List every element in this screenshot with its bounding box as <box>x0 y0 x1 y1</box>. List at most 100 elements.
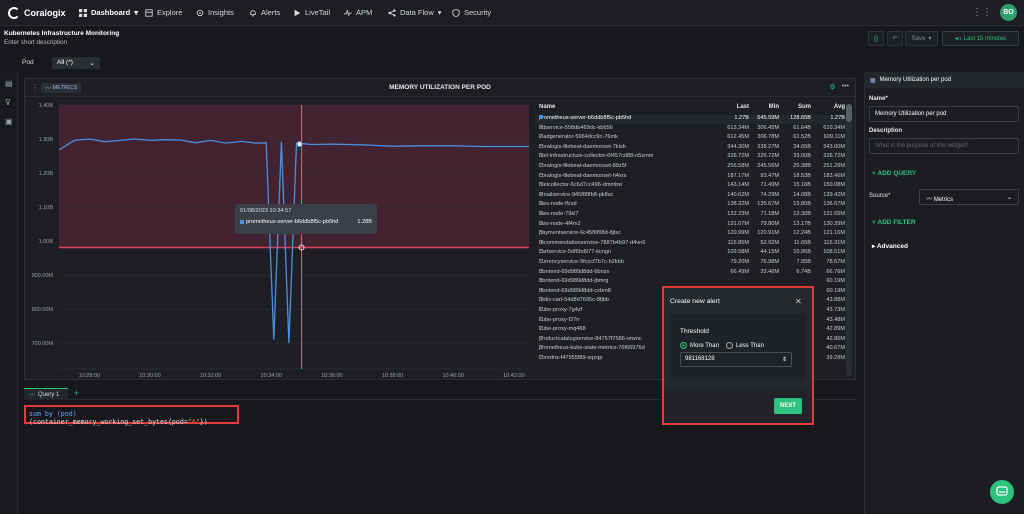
series-checkbox-icon[interactable] <box>539 278 543 283</box>
legend-cell: 132.23M <box>727 211 749 217</box>
settings-icon[interactable]: ⚙ <box>829 83 835 91</box>
code-view-button[interactable]: {} <box>868 31 884 46</box>
nav-apm[interactable]: APM <box>344 8 372 17</box>
widgets-icon[interactable]: ▤ <box>5 80 13 88</box>
widget-name-input[interactable]: Memory Utilization per pod <box>869 106 1019 122</box>
nav-dashboard[interactable]: Dashboard ▾ <box>79 8 138 17</box>
apps-grid-icon[interactable]: ⋮⋮ <box>972 6 992 20</box>
chat-support-button[interactable] <box>990 480 1014 504</box>
legend-cell: 108.51M <box>823 249 845 256</box>
legend-row[interactable]: otel-infrastructure-collector-6f457cd88-… <box>535 153 853 162</box>
series-checkbox-icon[interactable] <box>539 163 543 167</box>
legend-row[interactable]: otelcollector-6c6d7cc496-dmmbw 143.14M 71.… <box>535 182 853 191</box>
series-checkbox-icon[interactable] <box>539 287 543 292</box>
filter-icon[interactable]: ⊽ <box>5 99 13 107</box>
legend-row[interactable]: coralogix-filebeat-daemonset-h4xrs 187.17… <box>535 172 853 182</box>
legend-row[interactable]: aws-node-lfzsd 138.32M 135.67M 13.80B 136.67… <box>535 201 853 210</box>
legend-cell: 245.56M <box>757 163 779 169</box>
series-checkbox-icon[interactable] <box>539 134 543 139</box>
series-checkbox-icon[interactable] <box>539 307 543 311</box>
legend-row[interactable]: cartservice-5df6bd977-kcngn 109.58M 44.15M… <box>535 249 853 258</box>
nav-alerts[interactable]: Alerts <box>249 8 280 17</box>
series-checkbox-icon[interactable] <box>539 182 543 187</box>
series-checkbox-icon[interactable] <box>539 316 543 321</box>
tab-query-1[interactable]: 〰 Query 1 <box>24 388 68 400</box>
legend-row[interactable]: aws-node-4f4m2 131.07M 79.80M 13.17B 130.39M <box>535 220 853 230</box>
series-checkbox-icon[interactable] <box>539 268 543 273</box>
series-checkbox-icon[interactable] <box>539 153 543 158</box>
widget-description-input[interactable]: What is the purpose of this widget? <box>869 138 1019 154</box>
legend-row[interactable]: coralogix-filebeat-daemonset-7kish 344.30… <box>535 143 853 153</box>
legend-cell: 79.80M <box>760 220 779 227</box>
legend-cell: emailservice-945f88fb8-pk8sc <box>539 191 614 198</box>
legend-row[interactable]: emailservice-945f88fb8-pk8sc 140.62M 74.29… <box>535 191 853 201</box>
x-tick-label: 10:40:00 <box>442 373 463 379</box>
radio-less-than[interactable]: Less Than <box>726 342 764 349</box>
series-checkbox-icon[interactable] <box>539 201 543 206</box>
legend-scrollbar[interactable] <box>846 104 852 376</box>
legend-row[interactable]: aws-node-79kl7 132.23M 71.18M 13.30B 131.65M <box>535 211 853 220</box>
stepper-icon[interactable]: ⇕ <box>782 356 787 363</box>
series-checkbox-icon[interactable] <box>539 124 543 129</box>
series-checkbox-icon[interactable] <box>539 211 543 215</box>
threshold-value-input[interactable]: 981168128 ⇕ <box>680 352 792 367</box>
chevron-down-icon: ▾ <box>437 8 442 17</box>
legend-cell: 66.76M <box>826 268 845 275</box>
apm-icon <box>344 8 352 17</box>
undo-button[interactable]: ↶ <box>887 31 903 46</box>
nav-livetail[interactable]: LiveTail <box>293 8 330 17</box>
series-checkbox-icon[interactable] <box>539 335 543 340</box>
series-checkbox-icon[interactable] <box>539 115 543 119</box>
series-checkbox-icon[interactable] <box>539 172 543 177</box>
add-filter-button[interactable]: + ADD FILTER <box>872 219 916 226</box>
dashboard-title[interactable]: Kubernetes Infrastructure Monitoring <box>4 30 119 37</box>
advanced-section-toggle[interactable]: ▸ Advanced <box>872 242 908 250</box>
nav-explore[interactable]: Explore <box>145 8 182 17</box>
close-icon[interactable]: ✕ <box>795 297 802 306</box>
x-tick-label: 10:32:00 <box>200 373 221 379</box>
legend-row[interactable]: currencyservice-9fcccf7b7c-h2kbb 79.20M 76… <box>535 259 853 268</box>
nav-data-flow[interactable]: Data Flow ▾ <box>388 8 442 17</box>
series-checkbox-icon[interactable] <box>539 230 543 235</box>
legend-row[interactable]: frontend-69d989d8dd-6bnzs 66.49M 33.46M 6.7… <box>535 268 853 278</box>
legend-cell: 135.67M <box>757 201 779 208</box>
avatar[interactable]: BO <box>1000 4 1017 21</box>
legend-row[interactable]: paymentservice-6c45f6f98d-8jtsc 120.99M 12… <box>535 230 853 239</box>
series-checkbox-icon[interactable] <box>539 297 543 302</box>
add-query-tab-button[interactable]: + <box>74 388 79 398</box>
time-range-picker[interactable]: ◂◃ Last 15 minutes <box>942 31 1019 46</box>
series-checkbox-icon[interactable] <box>539 326 543 331</box>
nav-insights[interactable]: Insights <box>196 8 234 17</box>
legend-cell: 120.91M <box>757 230 779 237</box>
save-button[interactable]: Save ▾ <box>905 31 938 46</box>
legend-row[interactable]: prometheus-server-b6ddb8f5c-pb5hd 1.27B 64… <box>535 115 853 124</box>
add-query-button[interactable]: + ADD QUERY <box>872 170 916 177</box>
legend-row[interactable]: coralogix-filebeat-daemonset-89z5f 256.58… <box>535 163 853 172</box>
legend-cell: recommendationservice-7887b4b97-d4vn6 <box>539 239 646 246</box>
legend-cell: 183.46M <box>823 172 845 179</box>
metrics-icon: ▦ <box>870 77 876 84</box>
pod-filter-select[interactable]: All (*) ⌄ <box>52 57 100 69</box>
series-checkbox-icon[interactable] <box>539 249 543 254</box>
legend-row[interactable]: loadgenerator-5964dcc9c-76mk 612.45M 306.7… <box>535 134 853 143</box>
legend-row[interactable]: recommendationservice-7887b4b97-d4vn6 115… <box>535 239 853 249</box>
series-checkbox-icon[interactable] <box>539 239 543 244</box>
next-button[interactable]: NEXT <box>774 398 802 414</box>
nav-security[interactable]: Security <box>452 8 491 17</box>
legend-cell: loadgenerator-5964dcc9c-76mk <box>539 134 618 141</box>
source-select[interactable]: 〰 Metrics ⌄ <box>919 189 1019 205</box>
legend-row[interactable]: adservice-558db469dc-kb656 613.34M 306.45M… <box>535 124 853 134</box>
variables-icon[interactable]: ▣ <box>5 118 13 126</box>
series-checkbox-icon[interactable] <box>539 355 543 359</box>
legend-scroll-thumb[interactable] <box>846 104 852 122</box>
series-checkbox-icon[interactable] <box>539 259 543 263</box>
radio-more-than[interactable]: More Than <box>680 342 719 349</box>
brand-logo[interactable]: Coralogix <box>8 7 66 19</box>
dashboard-description[interactable]: Enter short description <box>4 39 67 46</box>
series-checkbox-icon[interactable] <box>539 191 543 196</box>
series-checkbox-icon[interactable] <box>539 220 543 225</box>
series-checkbox-icon[interactable] <box>539 345 543 350</box>
promql-query-editor[interactable]: sum by (pod) (container_memory_working_s… <box>24 405 239 426</box>
series-checkbox-icon[interactable] <box>539 143 543 148</box>
more-options-icon[interactable]: ••• <box>842 83 849 91</box>
